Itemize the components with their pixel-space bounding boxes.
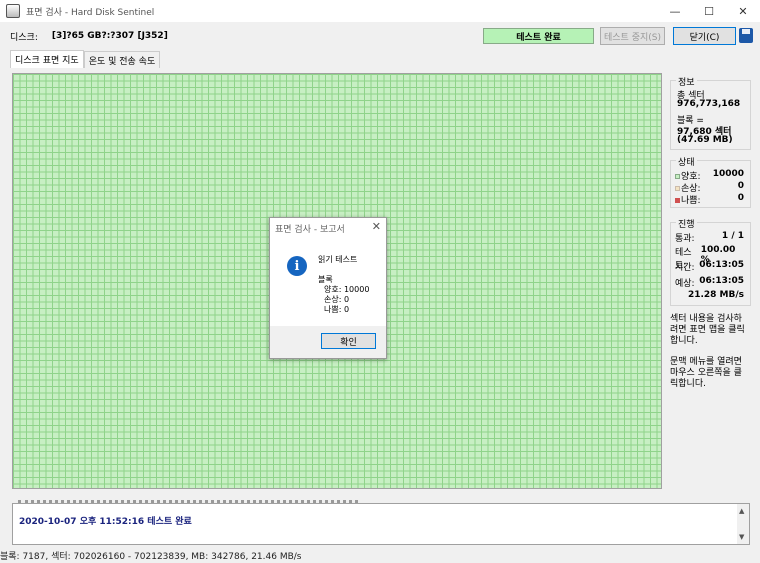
information-icon: i [287, 256, 307, 276]
pass-value: 1 / 1 [721, 231, 744, 241]
info-title: 정보 [676, 75, 697, 88]
hint-line: 섹터 내용을 검사하 [670, 314, 742, 324]
time-value: 06:13:05 [699, 260, 744, 270]
dialog-footer: 확인 [270, 326, 386, 358]
test-status-badge: 테스트 완료 [483, 28, 594, 44]
tab-surface-map[interactable]: 디스크 표면 지도 [10, 50, 84, 68]
block-size-value: (47.69 MB) [677, 135, 733, 145]
hint-line: 려면 표면 맵을 클릭 [670, 325, 745, 335]
maximize-button[interactable]: ☐ [692, 0, 726, 22]
estimate-label: 예상: [675, 279, 695, 289]
hint-click-map: 섹터 내용을 검사하 려면 표면 맵을 클릭 합니다. [670, 314, 754, 347]
hint-line: 마우스 오른쪽을 클 [670, 368, 742, 378]
app-icon [6, 4, 20, 18]
dialog-title: 표면 검사 - 보고서 [275, 225, 345, 235]
bad-value: 0 [737, 193, 744, 203]
progress-panel: 진행 통과: 1 / 1 테스트: 100.00 % 시간: 06:13:05 예상:… [670, 217, 751, 306]
total-sectors-value: 976,773,168 [677, 99, 741, 109]
log-panel[interactable]: 2020-10-07 오후 11:52:16 테스트 완료 ▲ ▼ [12, 500, 750, 545]
speed-value: 21.28 MB/s [687, 290, 744, 300]
tab-temperature-speed[interactable]: 온도 및 전송 속도 [83, 51, 161, 68]
scroll-up-icon[interactable]: ▲ [739, 507, 744, 515]
dialog-bad: 나쁨: 0 [324, 305, 350, 314]
window-title: 표면 검사 - Hard Disk Sentinel [26, 7, 155, 18]
minimize-button[interactable]: — [658, 0, 692, 22]
hint-line: 합니다. [670, 336, 698, 346]
log-line: 2020-10-07 오후 11:52:16 테스트 완료 [19, 517, 192, 527]
close-button[interactable]: 닫기(C) [673, 27, 736, 45]
title-bar: 표면 검사 - Hard Disk Sentinel — ☐ ✕ [0, 0, 760, 22]
log-partial-line [18, 500, 358, 505]
report-dialog: 표면 검사 - 보고서 ✕ i 읽기 테스트 블록 양호: 10000 손상: … [269, 217, 387, 359]
hint-line: 릭합니다. [670, 379, 706, 389]
progress-title: 진행 [676, 217, 697, 230]
toolbar: 디스크: [3]?65 GB?:?307 [J352] 테스트 완료 테스트 중… [0, 22, 760, 50]
good-swatch-icon [675, 174, 680, 179]
scroll-down-icon[interactable]: ▼ [739, 533, 744, 541]
dialog-heading: 읽기 테스트 [318, 255, 358, 264]
info-panel: 정보 총 섹터 976,773,168 블록 = 97,680 섹터 (47.6… [670, 75, 751, 150]
state-title: 상태 [676, 155, 697, 168]
status-text: 블록: 7187, 섹터: 702026160 - 702123839, MB:… [0, 551, 302, 562]
state-panel: 상태 양호: 10000 손상: 0 나쁨: 0 [670, 155, 751, 208]
status-bar: 블록: 7187, 섹터: 702026160 - 702123839, MB:… [0, 547, 760, 563]
tab-bar: 디스크 표면 지도 온도 및 전송 속도 [10, 50, 161, 68]
pass-label: 통과: [675, 234, 695, 244]
close-window-button[interactable]: ✕ [726, 0, 760, 22]
disk-value: [3]?65 GB?:?307 [J352] [51, 31, 168, 41]
disk-label: 디스크: [10, 32, 38, 43]
bad-swatch-icon [675, 198, 680, 203]
time-label: 시간: [675, 263, 695, 273]
hint-context-menu: 문맥 메뉴를 열려면 마우스 오른쪽을 클 릭합니다. [670, 357, 754, 390]
ok-button[interactable]: 확인 [321, 333, 376, 349]
hint-line: 문맥 메뉴를 열려면 [670, 357, 742, 367]
state-bad-row: 나쁨: 0 [675, 193, 744, 206]
log-scrollbar[interactable]: ▲ ▼ [737, 504, 749, 544]
dialog-close-button[interactable]: ✕ [372, 220, 381, 233]
stop-test-button[interactable]: 테스트 중지(S) [600, 27, 665, 45]
estimate-value: 06:13:05 [699, 276, 744, 286]
damaged-swatch-icon [675, 186, 680, 191]
save-icon[interactable] [739, 28, 753, 43]
bad-label: 나쁨: [681, 196, 701, 206]
